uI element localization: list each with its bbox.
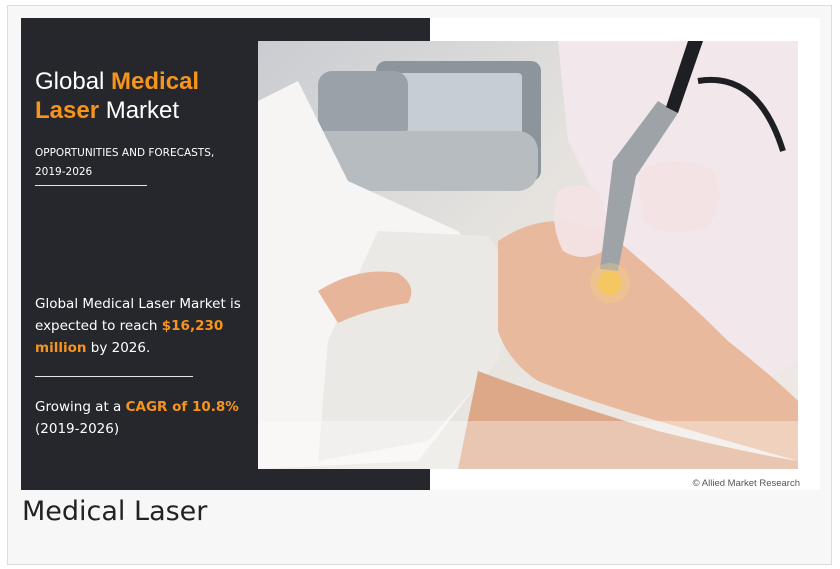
infographic-title: Global Medical Laser Market — [35, 67, 255, 125]
title-accent: Medical — [111, 68, 200, 95]
cagr-statement: Growing at a CAGR of 10.8% (2019-2026) — [35, 396, 260, 440]
image-card[interactable]: Global Medical Laser Market OPPORTUNITIE… — [7, 5, 832, 565]
title-suffix: Market — [99, 97, 180, 124]
market-size-statement: Global Medical Laser Market is expected … — [35, 293, 260, 359]
treatment-table — [258, 421, 798, 469]
stat-text: by 2026. — [86, 340, 151, 356]
stat-text: Growing at a — [35, 399, 126, 415]
title-prefix: Global — [35, 68, 112, 95]
subtitle: OPPORTUNITIES AND FORECASTS, 2019-2026 — [35, 144, 255, 182]
device-body — [318, 71, 408, 141]
image-credit: © Allied Market Research — [692, 478, 800, 489]
image-caption[interactable]: Medical Laser — [22, 496, 207, 527]
subtitle-line-2: 2019-2026 — [35, 166, 93, 178]
divider — [35, 376, 193, 377]
gloved-hand-right — [638, 161, 720, 233]
gloved-hand-left — [554, 186, 607, 257]
laser-glow-halo — [590, 263, 630, 303]
title-line2-accent: Laser — [35, 97, 100, 124]
divider — [35, 185, 147, 186]
infographic-image: Global Medical Laser Market OPPORTUNITIE… — [21, 18, 820, 490]
photo-illustration — [258, 41, 798, 469]
period-text: (2019-2026) — [35, 421, 120, 437]
laser-treatment-photo — [258, 41, 798, 469]
subtitle-line-1: OPPORTUNITIES AND FORECASTS, — [35, 147, 215, 159]
cagr-value: CAGR of 10.8% — [125, 399, 239, 415]
